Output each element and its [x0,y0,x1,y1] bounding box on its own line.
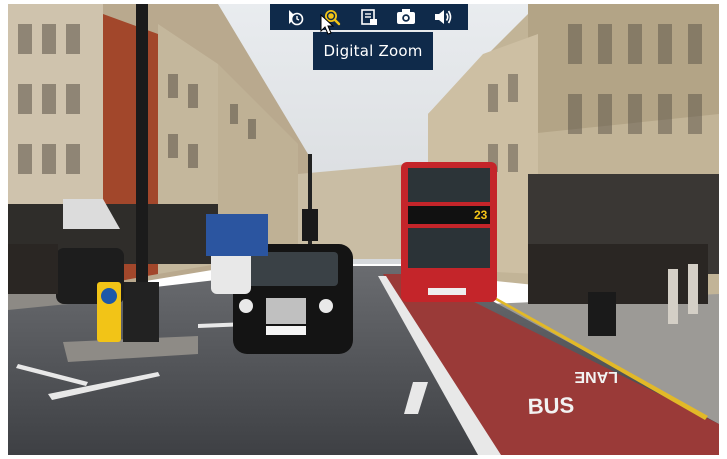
bus-route-number: 23 [474,208,488,222]
snapshot-button[interactable] [392,5,420,29]
playback-toolbar [270,4,468,30]
speaker-audio-icon [435,10,452,24]
playback-button[interactable] [281,5,309,29]
tooltip-label: Digital Zoom [323,42,423,60]
road-marking-lane: LANE [574,368,618,385]
digital-zoom-tooltip: Digital Zoom [313,32,433,70]
camera-feed-image: BUS LANE 23 [8,4,719,455]
clip-button[interactable] [355,5,383,29]
playback-clock-icon [288,10,303,26]
mouse-pointer-icon [320,14,334,35]
clip-edit-icon [361,9,377,25]
audio-button[interactable] [429,5,457,29]
road-marking-bus: BUS [527,392,574,419]
camera-snapshot-icon [397,9,416,24]
video-viewport[interactable]: BUS LANE 23 Digital Zoom [8,4,719,455]
